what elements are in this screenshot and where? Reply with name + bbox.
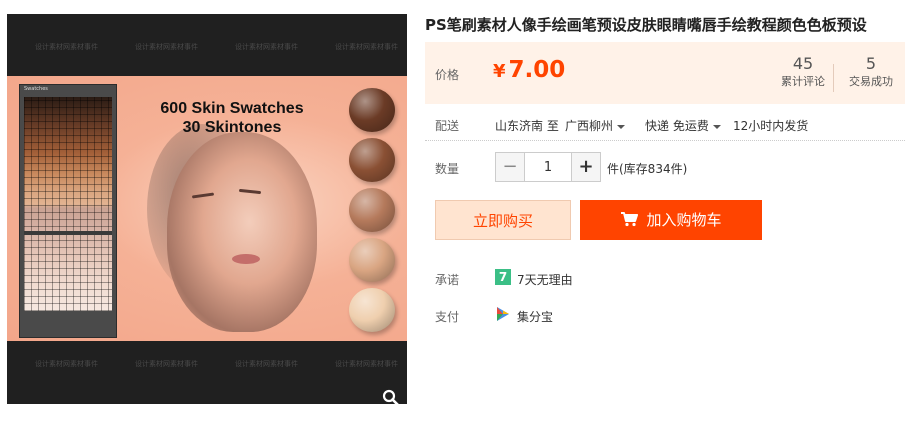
- skin-ball: [349, 88, 395, 132]
- add-to-cart-button[interactable]: 加入购物车: [580, 200, 762, 240]
- promise-label: 承诺: [435, 273, 460, 287]
- swatch-grid: [24, 97, 112, 311]
- skin-ball: [349, 138, 395, 182]
- quantity-stepper: − +: [495, 152, 601, 182]
- swatch-panel-title: Swatches: [24, 86, 48, 92]
- reviews-label: 累计评论: [781, 75, 825, 88]
- reviews-stat[interactable]: 45 累计评论: [778, 54, 828, 90]
- promise-text[interactable]: 7天无理由: [517, 271, 573, 288]
- dispatch-time: 12小时内发货: [733, 119, 809, 133]
- seven-day-return-icon: 7: [495, 269, 511, 285]
- watermark: 设计素材网素材事件: [335, 360, 398, 368]
- buy-now-label: 立即购买: [472, 212, 533, 230]
- stock-info: 件(库存834件): [607, 162, 688, 176]
- buy-now-button[interactable]: 立即购买: [435, 200, 571, 240]
- skin-ball: [349, 188, 395, 232]
- quantity-label: 数量: [435, 162, 460, 176]
- watermark: 设计素材网素材事件: [235, 360, 298, 368]
- divider: [425, 140, 905, 141]
- payment-label: 支付: [435, 310, 460, 324]
- payment-text: 集分宝: [517, 310, 554, 324]
- headline-line-2: 30 Skintones: [182, 119, 282, 136]
- increase-button[interactable]: +: [571, 153, 600, 181]
- delivery-to-select[interactable]: 广西柳州: [565, 117, 626, 134]
- shipping-method: 快递 免运费: [645, 119, 709, 133]
- price-amount: 7.00: [508, 57, 566, 83]
- currency-symbol: ¥: [493, 61, 506, 82]
- swatch-panel: Swatches: [19, 84, 117, 338]
- watermark: 设计素材网素材事件: [135, 360, 198, 368]
- portrait-face: [167, 132, 317, 332]
- reviews-count: 45: [792, 54, 814, 73]
- jifenbao-icon: [497, 307, 509, 321]
- swatch-grid-divider: [24, 231, 112, 235]
- sales-count: 5: [865, 54, 877, 73]
- price-value: ¥7.00: [493, 57, 565, 83]
- watermark: 设计素材网素材事件: [35, 360, 98, 368]
- product-image[interactable]: 设计素材网素材事件 设计素材网素材事件 设计素材网素材事件 设计素材网素材事件 …: [7, 14, 407, 404]
- quantity-input[interactable]: [525, 153, 571, 181]
- skin-ball: [349, 238, 395, 282]
- skin-ball: [349, 288, 395, 332]
- stat-divider: [833, 64, 834, 92]
- shipping-select[interactable]: 快递 免运费: [645, 117, 721, 134]
- zoom-icon[interactable]: [382, 389, 400, 404]
- delivery-label: 配送: [435, 119, 460, 133]
- image-bottom-band: 设计素材网素材事件 设计素材网素材事件 设计素材网素材事件 设计素材网素材事件: [7, 341, 407, 404]
- sales-stat: 5 交易成功: [843, 54, 899, 90]
- add-to-cart-label: 加入购物车: [646, 211, 722, 229]
- cart-icon: [621, 212, 639, 227]
- delivery-to: 广西柳州: [565, 119, 614, 133]
- image-headline: 600 Skin Swatches 30 Skintones: [147, 99, 317, 137]
- image-top-band: 设计素材网素材事件 设计素材网素材事件 设计素材网素材事件 设计素材网素材事件: [7, 14, 407, 76]
- sales-label: 交易成功: [849, 75, 893, 88]
- lips: [232, 254, 260, 264]
- headline-line-1: 600 Skin Swatches: [160, 100, 304, 117]
- product-title: PS笔刷素材人像手绘画笔预设皮肤眼睛嘴唇手绘教程颜色色板预设: [425, 16, 867, 34]
- delivery-from: 山东济南 至: [495, 119, 559, 133]
- watermark: 设计素材网素材事件: [135, 43, 198, 51]
- price-box: 价格 ¥7.00 45 累计评论 5 交易成功: [425, 42, 905, 104]
- watermark: 设计素材网素材事件: [35, 43, 98, 51]
- decrease-button[interactable]: −: [496, 153, 525, 181]
- price-label: 价格: [435, 68, 460, 82]
- watermark: 设计素材网素材事件: [235, 43, 298, 51]
- chevron-down-icon: [617, 124, 626, 129]
- watermark: 设计素材网素材事件: [335, 43, 398, 51]
- chevron-down-icon: [712, 124, 721, 129]
